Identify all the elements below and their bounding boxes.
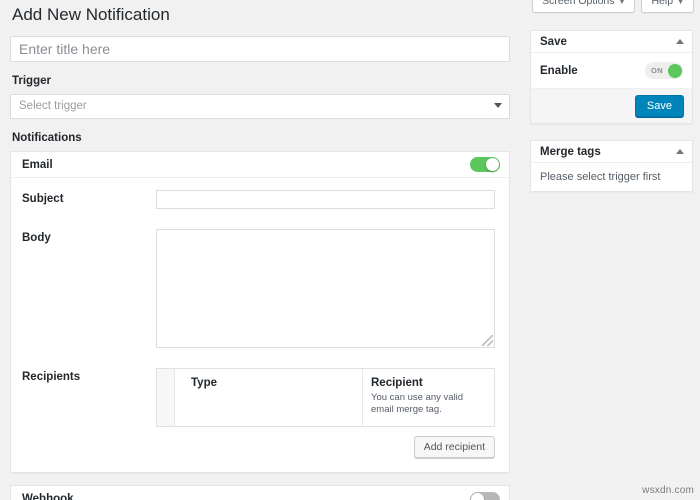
sidebar: Save Enable ON Save Merge tags: [530, 30, 693, 208]
toggle-knob-icon: [471, 493, 484, 500]
page-root: Screen Options ▼ Help ▼ Add New Notificati…: [0, 0, 700, 500]
recipients-label: Recipients: [22, 368, 156, 383]
body-control: [156, 229, 495, 348]
screen-meta-tabs: Screen Options ▼ Help ▼: [532, 0, 694, 13]
save-panel: Save Enable ON Save: [530, 30, 693, 124]
trigger-section-label: Trigger: [12, 75, 510, 87]
help-tab[interactable]: Help ▼: [641, 0, 694, 13]
email-notification-box: Email Subject Body: [10, 151, 510, 473]
merge-tags-message: Please select trigger first: [531, 163, 692, 191]
body-row: Body: [22, 229, 495, 348]
merge-tags-panel: Merge tags Please select trigger first: [530, 140, 693, 192]
screen-options-label: Screen Options: [542, 0, 614, 7]
recipients-type-cell: Type: [175, 369, 363, 427]
save-button[interactable]: Save: [635, 95, 684, 117]
subject-row: Subject: [22, 190, 495, 209]
save-panel-title: Save: [540, 36, 567, 48]
recipients-table: Type Recipient You can use any valid ema…: [156, 368, 495, 427]
page-title: Add New Notification: [12, 4, 510, 26]
webhook-title: Webhook: [22, 493, 74, 500]
screen-options-tab[interactable]: Screen Options ▼: [532, 0, 635, 13]
email-header: Email: [11, 152, 509, 178]
chevron-up-icon[interactable]: [676, 149, 684, 154]
toggle-knob-icon: [486, 158, 499, 171]
recipients-row: Recipients Type Recipient You can use a: [22, 368, 495, 458]
enable-row: Enable ON: [540, 62, 683, 79]
title-input[interactable]: [10, 36, 510, 62]
merge-tags-title: Merge tags: [540, 146, 601, 158]
main-column: Add New Notification Trigger Select trig…: [0, 0, 520, 500]
help-label: Help: [651, 0, 673, 7]
add-recipient-row: Add recipient: [156, 436, 495, 458]
save-panel-header: Save: [531, 31, 692, 53]
type-column-header: Type: [191, 376, 362, 390]
email-enable-toggle[interactable]: [470, 157, 500, 172]
toggle-knob-icon: [668, 64, 682, 78]
notifications-section-label: Notifications: [12, 132, 510, 144]
watermark: wsxdn.com: [642, 485, 694, 496]
chevron-up-icon[interactable]: [676, 39, 684, 44]
recipients-gutter-cell: [157, 369, 175, 427]
recipients-control: Type Recipient You can use any valid ema…: [156, 368, 495, 458]
trigger-select-wrap: Select trigger: [10, 94, 510, 119]
webhook-header: Webhook: [11, 486, 509, 500]
merge-tags-header: Merge tags: [531, 141, 692, 163]
save-panel-footer: Save: [531, 88, 692, 123]
enable-toggle-state: ON: [651, 66, 663, 75]
trigger-select[interactable]: Select trigger: [10, 94, 510, 119]
enable-toggle[interactable]: ON: [645, 62, 683, 79]
chevron-down-icon: ▼: [619, 0, 626, 6]
recipient-column-header: Recipient: [371, 376, 486, 390]
body-label: Body: [22, 229, 156, 244]
enable-label: Enable: [540, 65, 578, 77]
save-panel-body: Enable ON: [531, 53, 692, 88]
recipients-recipient-cell: Recipient You can use any valid email me…: [363, 369, 495, 427]
subject-control: [156, 190, 495, 209]
table-row: Type Recipient You can use any valid ema…: [157, 369, 495, 427]
subject-label: Subject: [22, 190, 156, 205]
webhook-enable-toggle[interactable]: [470, 492, 500, 500]
recipient-column-hint: You can use any valid email merge tag.: [371, 392, 486, 416]
email-fields: Subject Body Recipients: [11, 178, 509, 472]
email-title: Email: [22, 159, 53, 171]
chevron-down-icon: ▼: [677, 0, 684, 6]
webhook-notification-box: Webhook: [10, 485, 510, 500]
add-recipient-button[interactable]: Add recipient: [414, 436, 495, 458]
resize-handle-icon[interactable]: [482, 335, 493, 346]
subject-input[interactable]: [156, 190, 495, 209]
body-textarea[interactable]: [156, 229, 495, 348]
